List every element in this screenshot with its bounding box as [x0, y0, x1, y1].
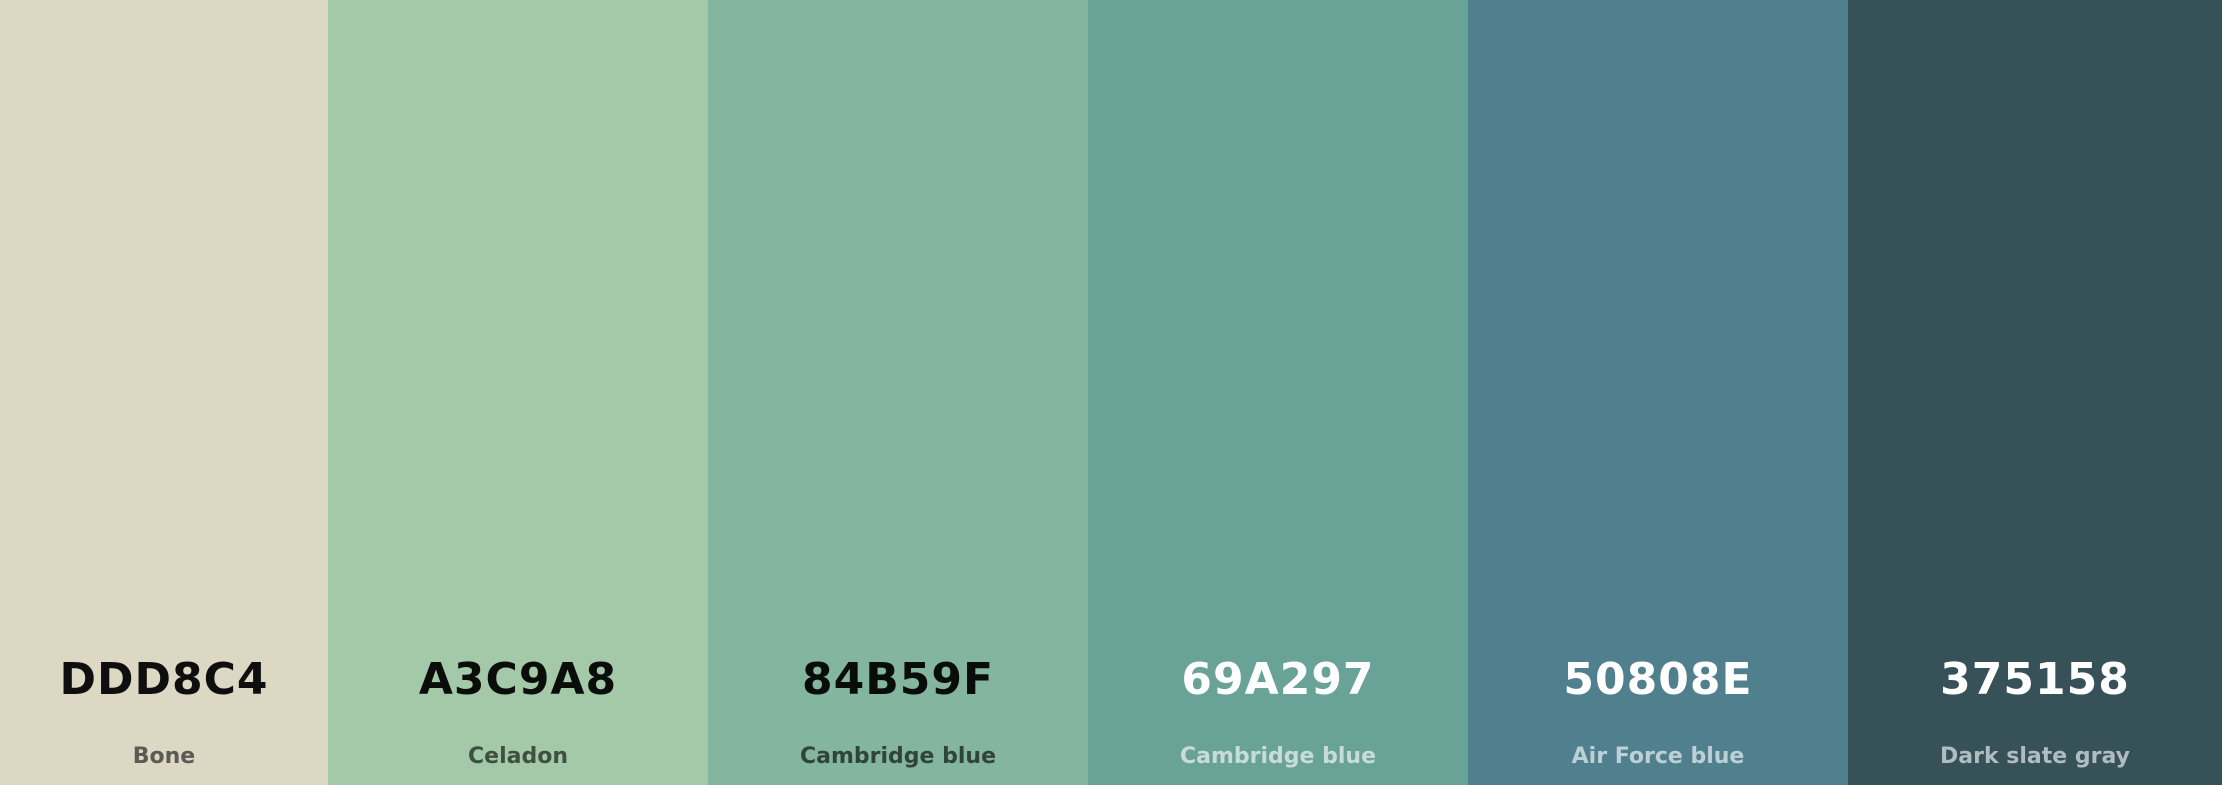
color-palette: DDD8C4 Bone A3C9A8 Celadon 84B59F Cambri… — [0, 0, 2222, 785]
swatch-name[interactable]: Cambridge blue — [1088, 742, 1468, 772]
swatch-hex[interactable]: 69A297 — [1088, 650, 1468, 710]
swatch-air-force-blue[interactable]: 50808E Air Force blue — [1468, 0, 1848, 785]
swatch-hex[interactable]: 375158 — [1848, 650, 2222, 710]
swatch-name[interactable]: Air Force blue — [1468, 742, 1848, 772]
swatch-bone[interactable]: DDD8C4 Bone — [0, 0, 328, 785]
swatch-cambridge-blue-light[interactable]: 84B59F Cambridge blue — [708, 0, 1088, 785]
swatch-dark-slate-gray[interactable]: 375158 Dark slate gray — [1848, 0, 2222, 785]
swatch-hex[interactable]: DDD8C4 — [0, 650, 328, 710]
swatch-name[interactable]: Dark slate gray — [1848, 742, 2222, 772]
swatch-name[interactable]: Cambridge blue — [708, 742, 1088, 772]
swatch-hex[interactable]: 50808E — [1468, 650, 1848, 710]
swatch-name[interactable]: Bone — [0, 742, 328, 772]
swatch-celadon[interactable]: A3C9A8 Celadon — [328, 0, 708, 785]
swatch-name[interactable]: Celadon — [328, 742, 708, 772]
swatch-hex[interactable]: A3C9A8 — [328, 650, 708, 710]
swatch-hex[interactable]: 84B59F — [708, 650, 1088, 710]
swatch-cambridge-blue-dark[interactable]: 69A297 Cambridge blue — [1088, 0, 1468, 785]
